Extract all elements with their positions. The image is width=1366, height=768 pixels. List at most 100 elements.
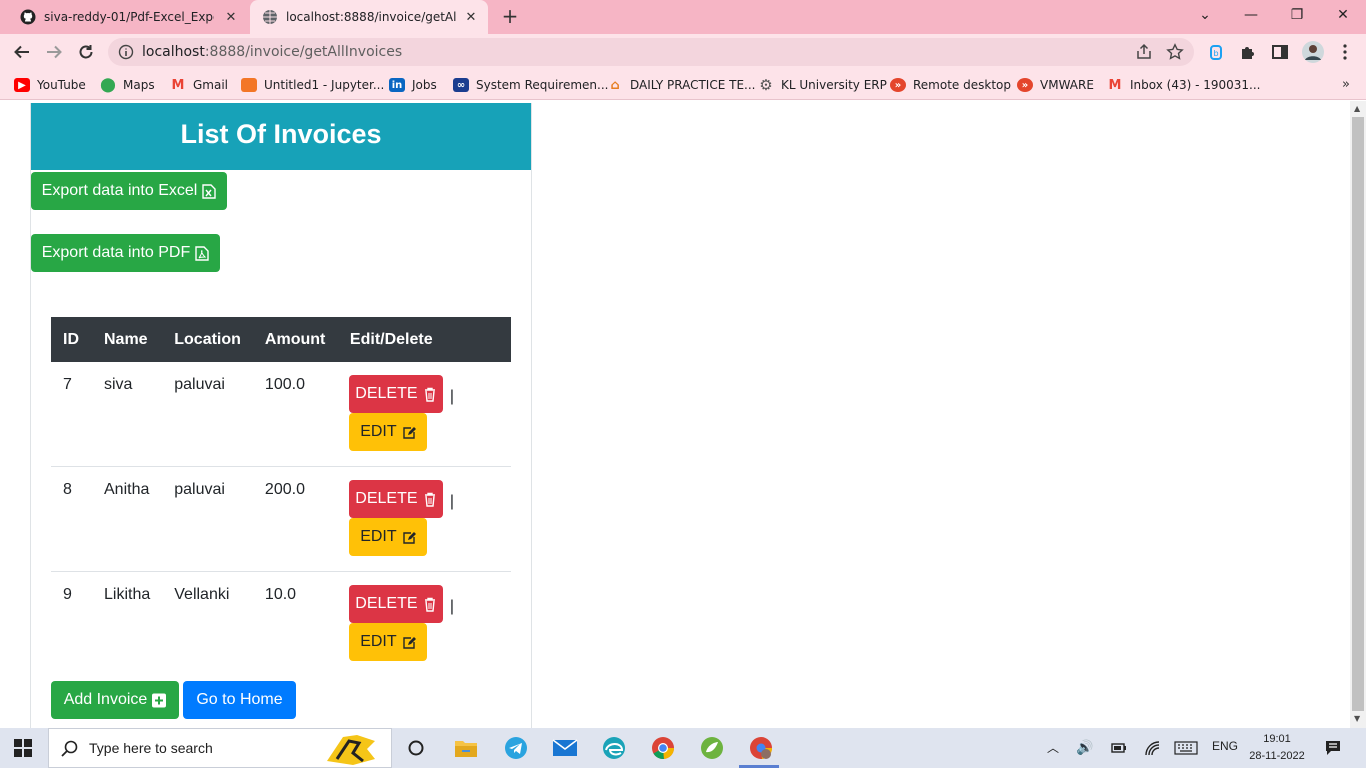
tab-invoices[interactable]: localhost:8888/invoice/getAllInvc ✕ (250, 0, 488, 34)
notification-icon[interactable] (1325, 740, 1341, 756)
url-path: :8888/invoice/getAllInvoices (204, 44, 403, 60)
add-invoice-button[interactable]: Add Invoice (51, 681, 179, 719)
delete-button[interactable]: DELETE (348, 585, 443, 623)
bookmark-daily-practice[interactable]: ⌂ DAILY PRACTICE TE... (607, 77, 755, 93)
edit-button[interactable]: EDIT (348, 413, 427, 451)
restore-button[interactable]: ❐ (1274, 0, 1320, 30)
taskbar-chrome-profile[interactable] (747, 734, 775, 762)
bookmark-youtube[interactable]: ▶ YouTube (14, 77, 86, 93)
cell-name: Anitha (92, 466, 163, 572)
tab-search-icon[interactable]: ⌄ (1182, 0, 1228, 30)
vertical-scrollbar[interactable]: ▲ ▼ (1350, 101, 1366, 728)
github-icon (20, 9, 36, 25)
chrome-icon (652, 737, 675, 760)
edit-icon (402, 531, 416, 544)
cell-location: Vellanki (162, 571, 253, 676)
taskbar-search[interactable]: Type here to search (48, 728, 392, 768)
close-tab-icon[interactable]: ✕ (462, 8, 480, 26)
page-title: List Of Invoices (31, 103, 531, 170)
file-pdf-icon (195, 245, 209, 261)
task-view-icon (408, 740, 424, 756)
table-row: 7 siva paluvai 100.0 DELETE | EDIT (51, 362, 511, 467)
puzzle-icon[interactable] (1239, 43, 1257, 61)
task-view-button[interactable] (402, 734, 430, 762)
chevron-up-icon[interactable]: ︿ (1047, 739, 1059, 756)
forward-button[interactable] (41, 40, 67, 64)
star-icon[interactable] (1166, 43, 1184, 61)
address-bar[interactable]: localhost:8888/invoice/getAllInvoices (108, 38, 1194, 66)
bookmark-maps[interactable]: ⬤ Maps (100, 77, 154, 93)
bookmark-remote-desktop[interactable]: » Remote desktop (890, 77, 1011, 93)
tab-strip: siva-reddy-01/Pdf-Excel_ExportIn ✕ local… (0, 0, 1366, 34)
taskbar-spring[interactable] (698, 734, 726, 762)
export-pdf-button[interactable]: Export data into PDF (31, 234, 220, 272)
cell-actions: DELETE | EDIT (338, 362, 511, 467)
browser-toolbar: localhost:8888/invoice/getAllInvoices b (0, 34, 1366, 70)
close-window-button[interactable]: ✕ (1320, 0, 1366, 30)
wifi-icon[interactable] (1144, 740, 1160, 756)
bookmark-label: System Requiremen... (476, 78, 609, 92)
go-home-label: Go to Home (196, 691, 283, 708)
windows-taskbar: Type here to search ︿ 🔊 ENG 19:01 28-11-… (0, 728, 1366, 768)
menu-button[interactable] (1332, 40, 1358, 64)
clock[interactable]: 19:01 28-11-2022 (1245, 731, 1309, 765)
bookmarks-bar: ▶ YouTube ⬤ Maps M Gmail Untitled1 - Jupyte… (0, 70, 1366, 100)
search-highlight-icon (327, 735, 375, 765)
bookmark-jobs[interactable]: in Jobs (389, 77, 437, 93)
reload-button[interactable] (73, 40, 99, 64)
cell-name: siva (104, 376, 133, 393)
battery-icon[interactable] (1111, 742, 1127, 754)
trash-icon (424, 387, 435, 402)
gmail-icon: M (171, 77, 185, 93)
taskbar-file-explorer[interactable] (452, 734, 480, 762)
windows-start-icon[interactable] (14, 739, 32, 757)
youtube-icon: ▶ (14, 78, 30, 92)
taskbar-telegram[interactable] (502, 734, 530, 762)
scroll-up-icon[interactable]: ▲ (1354, 104, 1360, 113)
minimize-button[interactable]: — (1228, 0, 1274, 30)
info-icon[interactable] (118, 44, 134, 60)
volume-icon[interactable]: 🔊 (1076, 739, 1093, 756)
edit-button[interactable]: EDIT (348, 623, 427, 661)
export-excel-button[interactable]: Export data into Excel (31, 172, 227, 210)
jupyter-icon (241, 78, 257, 92)
taskbar-edge[interactable] (600, 734, 628, 762)
bookmark-jupyter[interactable]: Untitled1 - Jupyter... (241, 77, 384, 93)
go-home-button[interactable]: Go to Home (183, 681, 296, 719)
bookmark-kl-erp[interactable]: ⚙ KL University ERP (758, 76, 887, 94)
bookmark-system-requirements[interactable]: ∞ System Requiremen... (453, 77, 608, 93)
tab-github[interactable]: siva-reddy-01/Pdf-Excel_ExportIn ✕ (8, 0, 248, 34)
column-header-actions: Edit/Delete (337, 317, 511, 362)
taskbar-chrome[interactable] (649, 734, 677, 762)
bookmark-vmware[interactable]: » VMWARE (1017, 77, 1094, 93)
column-header-name: Name (92, 317, 163, 362)
share-icon[interactable] (1135, 43, 1153, 61)
page-viewport: List Of Invoices Export data into Excel … (0, 101, 1350, 728)
back-button[interactable] (9, 40, 35, 64)
cell-actions: DELETE | EDIT (337, 466, 511, 572)
delete-button[interactable]: DELETE (348, 480, 443, 518)
arrow-right-icon (47, 45, 62, 59)
edit-button[interactable]: EDIT (348, 518, 427, 556)
search-placeholder: Type here to search (89, 740, 213, 756)
profile-avatar-icon[interactable] (1302, 41, 1324, 63)
extension-icon[interactable]: b (1207, 43, 1225, 61)
delete-button[interactable]: DELETE (348, 375, 443, 413)
bookmark-label: Inbox (43) - 190031... (1130, 78, 1261, 92)
delete-label: DELETE (355, 490, 418, 507)
taskbar-mail[interactable] (551, 734, 579, 762)
keyboard-icon[interactable] (1174, 741, 1198, 755)
chevron-right-icon[interactable]: » (1342, 77, 1350, 92)
new-tab-button[interactable]: + (498, 5, 522, 29)
bookmark-label: Jobs (412, 78, 437, 92)
cell-location: paluvai (162, 466, 253, 572)
scrollbar-thumb[interactable] (1352, 117, 1364, 711)
close-tab-icon[interactable]: ✕ (222, 8, 240, 26)
side-panel-icon[interactable] (1271, 43, 1289, 61)
language-indicator[interactable]: ENG (1212, 739, 1238, 753)
table-row: 9 Likitha Vellanki 10.0 DELETE | EDIT (51, 571, 511, 676)
scroll-down-icon[interactable]: ▼ (1354, 714, 1360, 723)
bookmark-gmail[interactable]: M Gmail (170, 77, 228, 93)
bookmark-inbox[interactable]: M Inbox (43) - 190031... (1107, 77, 1261, 93)
plus-square-icon (152, 693, 167, 707)
